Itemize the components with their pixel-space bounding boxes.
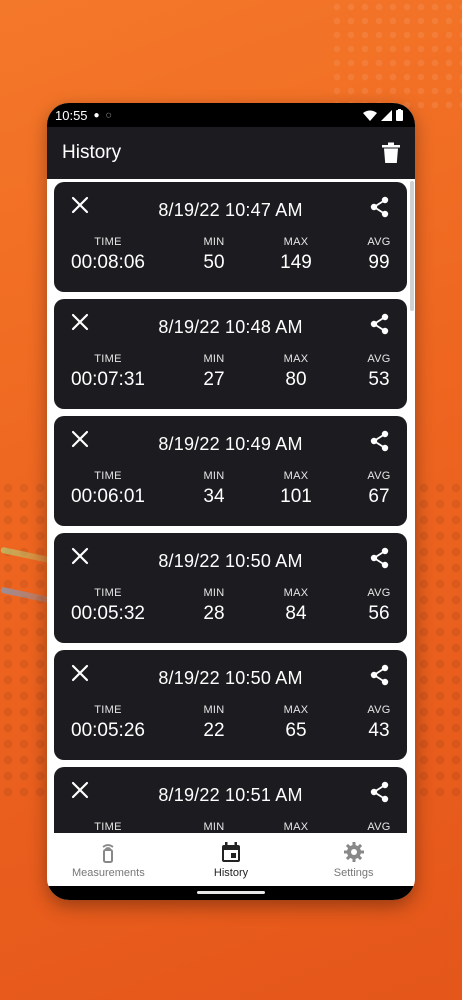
min-value: 34 bbox=[203, 486, 225, 507]
record-datetime: 8/19/22 10:47 AM bbox=[158, 200, 303, 220]
share-icon[interactable] bbox=[370, 547, 390, 569]
avg-label: AVG bbox=[367, 587, 391, 599]
avg-value: 53 bbox=[368, 369, 390, 390]
history-list[interactable]: 8/19/22 10:47 AM TIME MIN MAX AVG 00:08:06 50 1… bbox=[47, 179, 415, 833]
max-label: MAX bbox=[283, 821, 309, 833]
app-bar: History bbox=[47, 127, 415, 179]
background-pattern bbox=[330, 0, 462, 110]
min-value: 22 bbox=[203, 720, 225, 741]
max-label: MAX bbox=[283, 704, 309, 716]
history-card[interactable]: 8/19/22 10:50 AM TIME MIN MAX AVG 00:05:32 28 8… bbox=[54, 533, 407, 643]
cell-signal-icon bbox=[381, 109, 392, 121]
max-value: 84 bbox=[285, 603, 307, 624]
delete-all-icon[interactable] bbox=[381, 142, 401, 164]
min-value: 27 bbox=[203, 369, 225, 390]
home-indicator[interactable] bbox=[197, 891, 265, 894]
record-datetime: 8/19/22 10:49 AM bbox=[158, 434, 303, 454]
avg-label: AVG bbox=[367, 704, 391, 716]
max-label: MAX bbox=[283, 470, 309, 482]
wifi-icon bbox=[363, 110, 377, 121]
max-label: MAX bbox=[283, 353, 309, 365]
time-label: TIME bbox=[94, 587, 122, 599]
phone-screen: 10:55 ● ◌ History 8/19/22 10:47 AM TIME MI… bbox=[47, 103, 415, 900]
max-value: 65 bbox=[285, 720, 307, 741]
record-datetime: 8/19/22 10:50 AM bbox=[158, 668, 303, 688]
history-card[interactable]: 8/19/22 10:48 AM TIME MIN MAX AVG 00:07:31 27 8… bbox=[54, 299, 407, 409]
nav-label: History bbox=[213, 866, 249, 879]
status-time: 10:55 bbox=[55, 107, 88, 123]
min-label: MIN bbox=[203, 470, 225, 482]
nav-settings[interactable]: Settings bbox=[292, 833, 415, 886]
min-label: MIN bbox=[203, 704, 225, 716]
time-value: 00:08:06 bbox=[71, 252, 145, 273]
avg-label: AVG bbox=[367, 470, 391, 482]
nav-label: Measurements bbox=[71, 866, 145, 879]
share-icon[interactable] bbox=[370, 781, 390, 803]
history-card[interactable]: 8/19/22 10:51 AM TIME MIN MAX AVG bbox=[54, 767, 407, 833]
record-datetime: 8/19/22 10:50 AM bbox=[158, 551, 303, 571]
nav-measurements[interactable]: Measurements bbox=[47, 833, 170, 886]
max-label: MAX bbox=[283, 587, 309, 599]
avg-label: AVG bbox=[367, 353, 391, 365]
record-datetime: 8/19/22 10:51 AM bbox=[158, 785, 303, 805]
calendar-icon bbox=[222, 841, 240, 862]
avg-value: 99 bbox=[368, 252, 390, 273]
max-value: 80 bbox=[285, 369, 307, 390]
time-label: TIME bbox=[94, 353, 122, 365]
share-icon[interactable] bbox=[370, 430, 390, 452]
bottom-navigation: Measurements History Settings bbox=[47, 833, 415, 886]
min-label: MIN bbox=[203, 587, 225, 599]
chat-notification-icon: ● bbox=[93, 109, 100, 121]
time-value: 00:05:32 bbox=[71, 603, 145, 624]
page-title: History bbox=[62, 142, 122, 163]
avg-value: 56 bbox=[368, 603, 390, 624]
time-label: TIME bbox=[94, 236, 122, 248]
share-icon[interactable] bbox=[370, 664, 390, 686]
time-value: 00:07:31 bbox=[71, 369, 145, 390]
time-label: TIME bbox=[94, 821, 122, 833]
avg-value: 43 bbox=[368, 720, 390, 741]
avg-label: AVG bbox=[367, 821, 391, 833]
min-label: MIN bbox=[203, 821, 225, 833]
scrollbar[interactable] bbox=[410, 181, 414, 311]
avg-label: AVG bbox=[367, 236, 391, 248]
avg-value: 67 bbox=[368, 486, 390, 507]
min-value: 50 bbox=[203, 252, 225, 273]
history-card[interactable]: 8/19/22 10:49 AM TIME MIN MAX AVG 00:06:01 34 1… bbox=[54, 416, 407, 526]
sensor-icon bbox=[102, 843, 114, 863]
min-value: 28 bbox=[203, 603, 225, 624]
share-icon[interactable] bbox=[370, 196, 390, 218]
sync-notification-icon: ◌ bbox=[105, 109, 112, 121]
nav-history[interactable]: History bbox=[170, 833, 293, 886]
history-card[interactable]: 8/19/22 10:47 AM TIME MIN MAX AVG 00:08:06 50 1… bbox=[54, 182, 407, 292]
history-card[interactable]: 8/19/22 10:50 AM TIME MIN MAX AVG 00:05:26 22 6… bbox=[54, 650, 407, 760]
max-value: 149 bbox=[280, 252, 312, 273]
record-datetime: 8/19/22 10:48 AM bbox=[158, 317, 303, 337]
min-label: MIN bbox=[203, 236, 225, 248]
nav-label: Settings bbox=[333, 866, 374, 879]
time-label: TIME bbox=[94, 704, 122, 716]
battery-icon bbox=[396, 109, 403, 121]
time-label: TIME bbox=[94, 470, 122, 482]
gesture-bar bbox=[47, 886, 415, 900]
max-label: MAX bbox=[283, 236, 309, 248]
time-value: 00:06:01 bbox=[71, 486, 145, 507]
status-bar: 10:55 ● ◌ bbox=[47, 103, 415, 127]
gear-icon bbox=[343, 841, 364, 862]
time-value: 00:05:26 bbox=[71, 720, 145, 741]
min-label: MIN bbox=[203, 353, 225, 365]
share-icon[interactable] bbox=[370, 313, 390, 335]
max-value: 101 bbox=[280, 486, 312, 507]
